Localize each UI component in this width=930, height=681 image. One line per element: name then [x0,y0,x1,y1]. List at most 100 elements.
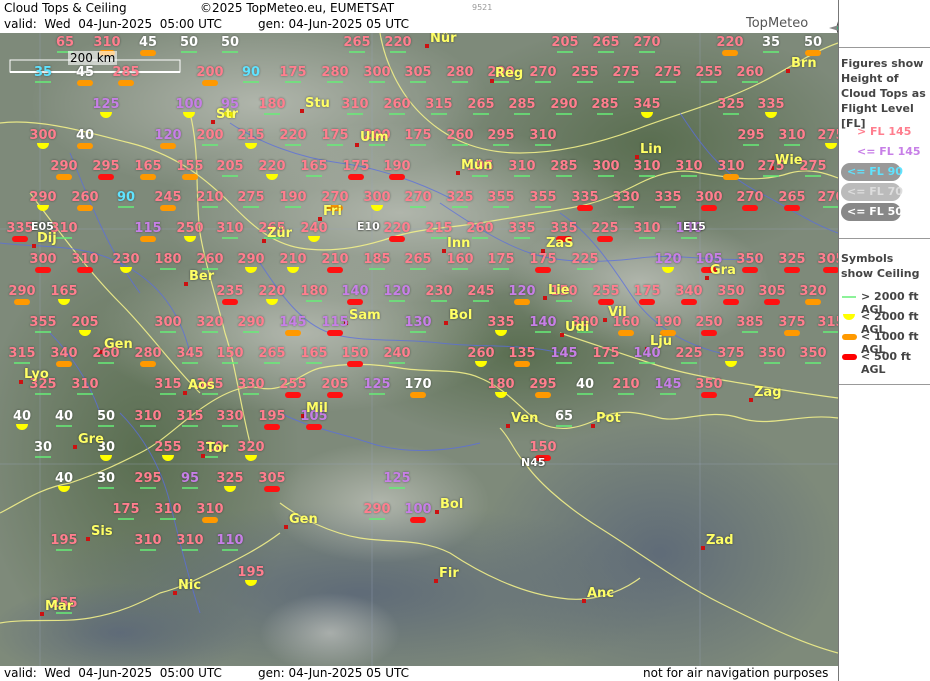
cloud-top-value: 270 [404,190,432,205]
city-marker [435,510,439,514]
cloud-top-value: 300 [29,252,57,267]
cloud-top-value: 265 [343,35,371,50]
city-label: Brn [791,56,817,71]
city-label: Fir [439,566,459,581]
cloud-top-value: 300 [363,65,391,80]
symbols-legend-item: < 1000 ft AGL [839,330,929,356]
ceiling-symbol-below-1000 [722,50,738,56]
ceiling-symbol-below-1000 [514,299,530,305]
cloud-top-value: 120 [654,252,682,267]
cloud-top-value: 130 [404,315,432,330]
cloud-top-value: 310 [508,159,536,174]
cloud-top-value: 375 [717,346,745,361]
ceiling-symbol-below-500 [98,174,114,180]
cloud-top-value: 40 [54,409,74,424]
cloud-top-value: 175 [487,252,515,267]
cloud-top-value: 205 [216,159,244,174]
copyright-text: ©2025 TopMeteo.eu, EUMETSAT [200,1,395,15]
generated-time: gen: 04-Jun-2025 05 UTC [258,17,410,31]
tops-legend-label: > FL 145 [857,125,912,138]
grid-coordinate-label: E10 [357,220,380,233]
cloud-top-value: 210 [196,190,224,205]
legend-symbol [843,314,855,320]
cloud-top-value: 265 [778,190,806,205]
cloud-top-value: 275 [799,159,827,174]
city-marker [701,546,705,550]
ceiling-symbol-below-500 [222,299,238,305]
ceiling-symbol-below-500 [577,205,593,211]
cloud-top-value: 205 [321,377,349,392]
cloud-top-value: 345 [633,97,661,112]
cloud-top-value: 350 [736,252,764,267]
ceiling-symbol-below-1000 [805,299,821,305]
cloud-top-value: 280 [446,65,474,80]
city-label: Ven [511,411,539,426]
city-marker [786,69,790,73]
cloud-top-value: 190 [279,190,307,205]
tops-legend-label: <= FL 90 [847,165,903,178]
cloud-top-value: 310 [717,159,745,174]
cloud-top-value: 90 [116,190,136,205]
cloud-top-value: 285 [550,159,578,174]
cloud-top-value: 220 [383,221,411,236]
cloud-top-value: 310 [633,221,661,236]
cloud-top-value: 100 [404,502,432,517]
city-label: Gen [104,337,133,352]
ceiling-symbol-below-500 [327,267,343,273]
city-label: Lju [650,334,672,349]
cloud-top-value: 200 [196,65,224,80]
cloud-top-value: 190 [654,315,682,330]
cloud-top-value: 335 [487,315,515,330]
city-marker [86,537,90,541]
city-marker [705,276,709,280]
cloud-top-value: 195 [237,565,265,580]
symbols-legend-label: < 500 ft AGL [861,350,911,376]
cloud-top-value: 305 [758,284,786,299]
ceiling-symbol-below-1000 [77,143,93,149]
map-title: Cloud Tops & Ceiling [4,1,127,15]
city-label: Gen [289,512,318,527]
city-marker [582,599,586,603]
ceiling-symbol-below-500 [348,174,364,180]
cloud-top-value: 335 [571,190,599,205]
cloud-top-value: 310 [778,128,806,143]
cloud-top-value: 165 [134,159,162,174]
city-marker [40,612,44,616]
cloud-top-value: 295 [529,377,557,392]
cloud-top-value: 240 [383,346,411,361]
cloud-top-value: 220 [384,35,412,50]
footer-generated-time: gen: 04-Jun-2025 05 UTC [258,666,410,680]
valid-time: valid: Wed 04-Jun-2025 05:00 UTC [4,17,222,31]
symbols-legend-item: < 2000 ft AGL [839,310,929,336]
ceiling-symbol-below-1000 [202,80,218,86]
cloud-top-value: 35 [33,65,53,80]
cloud-top-value: 65 [55,35,75,50]
cloud-top-value: 260 [466,221,494,236]
city-label: Sis [91,524,113,539]
cloud-top-value: 260 [196,252,224,267]
city-label: Gre [78,432,104,447]
city-label: Reg [495,66,524,81]
cloud-top-value: 175 [633,284,661,299]
city-label: Fri [323,204,342,219]
city-label: Udi [565,320,590,335]
ceiling-symbol-below-500 [701,392,717,398]
legend-symbol [842,296,856,298]
city-marker [434,579,438,583]
cloud-top-value: 340 [50,346,78,361]
cloud-top-value: 265 [467,97,495,112]
cloud-top-value: 125 [383,471,411,486]
cloud-top-value: 50 [803,35,823,50]
cloud-top-value: 50 [220,35,240,50]
satellite-map[interactable]: 200 km 65 310 45 50 50 265 220 205 265 270 220 35 50… [0,33,838,666]
cloud-top-value: 120 [508,284,536,299]
tops-legend-label: <= FL 145 [857,145,921,158]
cloud-top-value: 375 [778,315,806,330]
city-label: Zür [267,226,293,241]
symbols-legend-title: Symbols show Ceiling [841,252,920,280]
cloud-top-value: 230 [425,284,453,299]
cloud-top-value: 340 [675,284,703,299]
cloud-top-value: 160 [446,252,474,267]
cloud-top-value: 335 [654,190,682,205]
cloud-top-value: 255 [571,65,599,80]
